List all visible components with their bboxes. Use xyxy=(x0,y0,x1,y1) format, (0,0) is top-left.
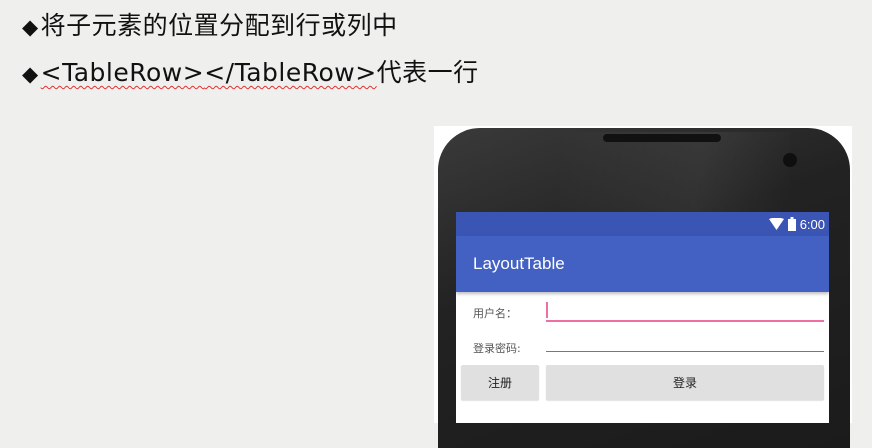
bullet-line-1: ◆将子元素的位置分配到行或列中 xyxy=(22,6,398,42)
status-bar: 6:00 xyxy=(456,212,829,236)
tablerow-open-tag: <TableRow> xyxy=(40,58,205,87)
password-field[interactable] xyxy=(546,331,824,352)
line1-text: 将子元素的位置分配到行或列中 xyxy=(40,11,398,40)
username-input[interactable] xyxy=(546,301,824,321)
password-input[interactable] xyxy=(546,332,824,352)
bullet-line-2: ◆<TableRow></TableRow>代表一行 xyxy=(22,53,479,89)
register-button[interactable]: 注册 xyxy=(461,365,539,400)
app-title: LayoutTable xyxy=(473,254,565,273)
tablerow-close-tag: </TableRow> xyxy=(204,58,377,87)
wifi-icon xyxy=(768,218,784,230)
phone-speaker xyxy=(603,134,721,142)
diamond-bullet-icon: ◆ xyxy=(22,15,39,39)
phone-reflection xyxy=(560,132,790,212)
phone-camera xyxy=(783,153,797,167)
username-field[interactable] xyxy=(546,300,824,322)
login-button[interactable]: 登录 xyxy=(546,365,824,400)
username-label: 用户名： xyxy=(473,307,517,320)
status-time: 6:00 xyxy=(799,216,825,232)
battery-icon xyxy=(787,217,796,231)
status-icons: 6:00 xyxy=(768,215,825,233)
app-bar: LayoutTable xyxy=(456,236,829,292)
diamond-bullet-icon: ◆ xyxy=(22,62,39,86)
phone-screen: 6:00 LayoutTable 用户名： 登录密码: 注册 登录 xyxy=(456,212,829,423)
line2-suffix: 代表一行 xyxy=(376,58,479,87)
text-cursor xyxy=(546,302,548,318)
password-label: 登录密码: xyxy=(473,342,521,355)
